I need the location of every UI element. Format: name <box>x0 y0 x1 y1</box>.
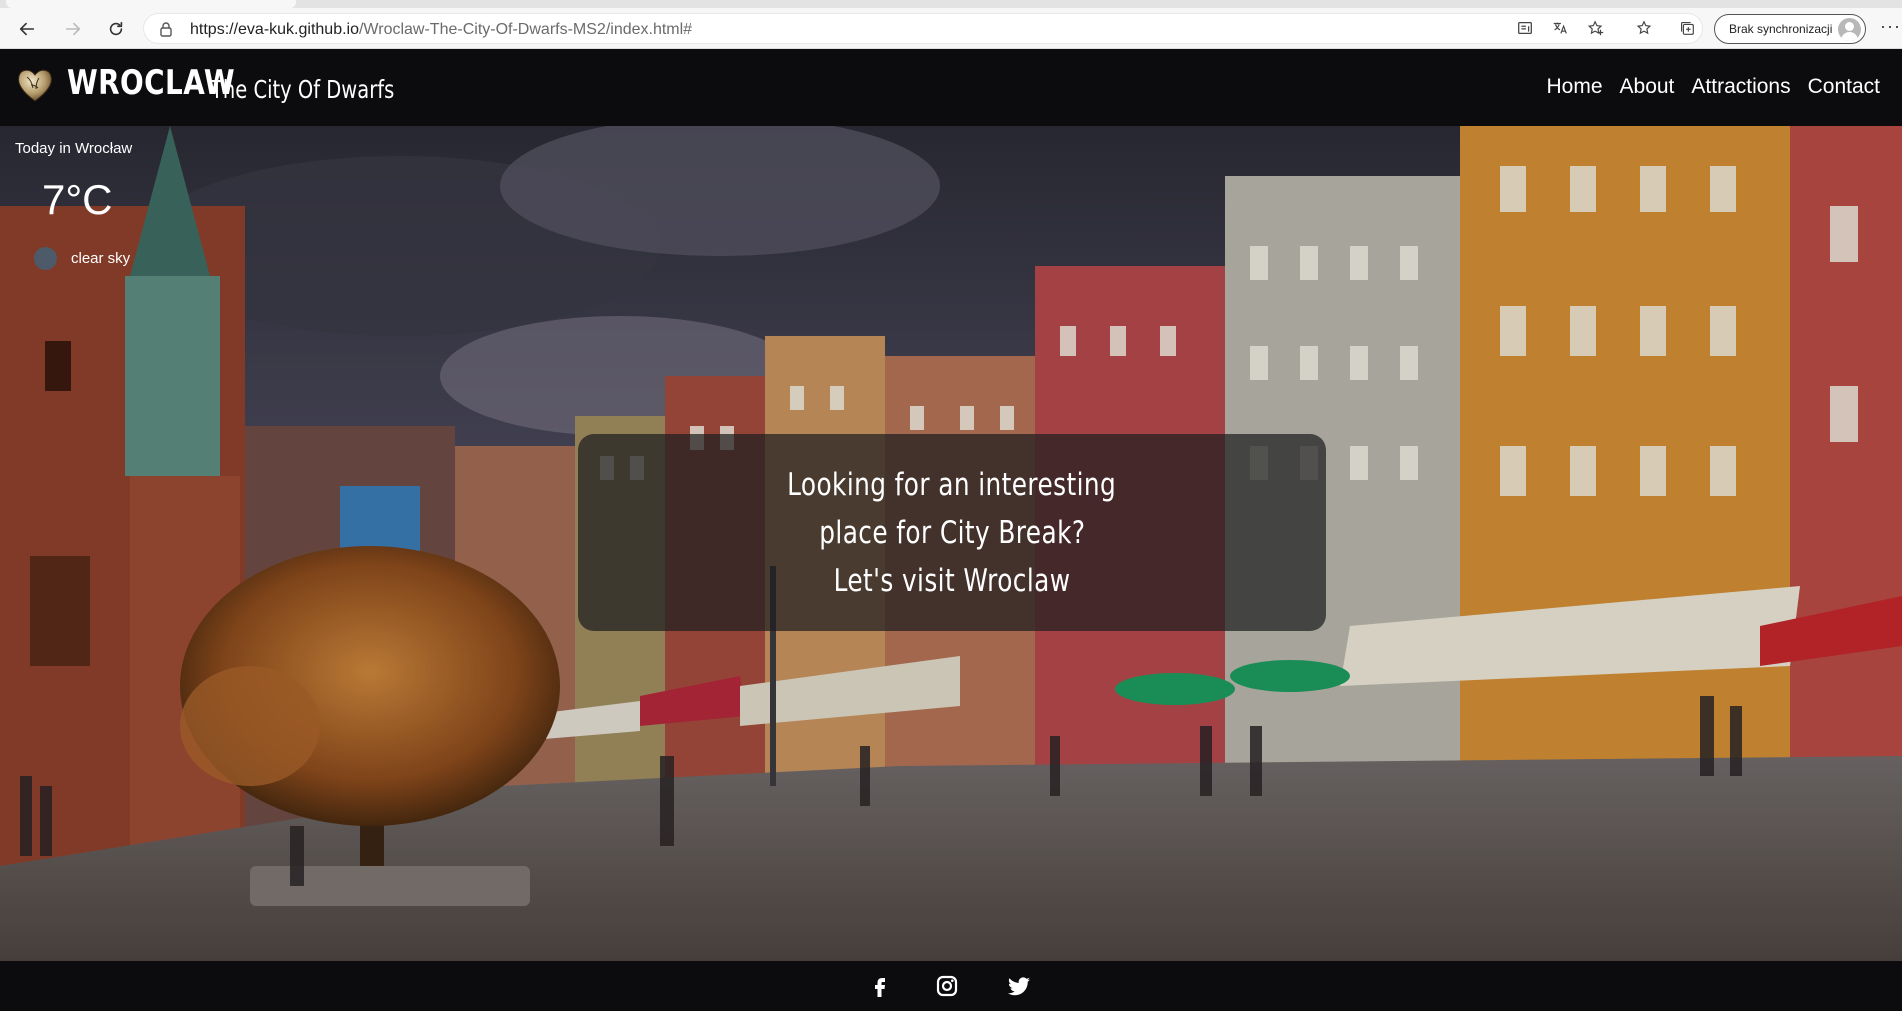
favorites-icon[interactable] <box>1633 17 1655 39</box>
facebook-icon[interactable] <box>867 973 893 999</box>
site-header: WROCLAW The City Of Dwarfs Home About At… <box>0 49 1902 126</box>
main-nav: Home About Attractions Contact <box>1546 75 1880 99</box>
weather-description: clear sky <box>71 250 131 267</box>
site-footer <box>0 961 1902 1011</box>
forward-arrow-icon[interactable] <box>60 16 86 42</box>
twitter-icon[interactable] <box>1006 973 1032 999</box>
weather-widget: Today in Wrocław 7°C clear sky <box>15 140 133 270</box>
profile-sync-button[interactable]: Brak synchronizacji <box>1714 14 1866 44</box>
site-brand[interactable]: WROCLAW The City Of Dwarfs <box>67 63 394 104</box>
add-favorite-icon[interactable] <box>1585 17 1607 39</box>
nav-attractions[interactable]: Attractions <box>1691 75 1790 99</box>
reader-view-icon[interactable] <box>1514 17 1536 39</box>
brand-title: WROCLAW <box>67 63 236 103</box>
collections-icon[interactable] <box>1676 17 1698 39</box>
more-menu-icon[interactable]: ··· <box>1880 16 1900 38</box>
back-arrow-icon[interactable] <box>14 16 40 42</box>
hero-section: Today in Wrocław 7°C clear sky Looking f… <box>0 126 1902 961</box>
nav-home[interactable]: Home <box>1546 75 1602 99</box>
hero-tagline-box: Looking for an interesting place for Cit… <box>578 434 1326 631</box>
weather-title: Today in Wrocław <box>15 140 133 157</box>
tagline-line-1: Looking for an interesting <box>787 466 1117 503</box>
url-text[interactable]: https://eva-kuk.github.io/Wroclaw-The-Ci… <box>190 21 692 39</box>
nav-contact[interactable]: Contact <box>1808 75 1880 99</box>
reload-icon[interactable] <box>103 16 129 42</box>
tagline-line-2: place for City Break? <box>818 514 1086 551</box>
sync-label: Brak synchronizacji <box>1729 22 1833 36</box>
address-bar[interactable]: https://eva-kuk.github.io/Wroclaw-The-Ci… <box>143 13 1703 44</box>
profile-avatar-icon <box>1838 18 1861 41</box>
weather-temperature: 7°C <box>42 176 113 223</box>
url-host: https://eva-kuk.github.io <box>190 21 359 38</box>
translate-icon[interactable] <box>1549 17 1571 39</box>
browser-toolbar: https://eva-kuk.github.io/Wroclaw-The-Ci… <box>0 0 1902 49</box>
weather-icon <box>34 247 57 270</box>
instagram-icon[interactable] <box>934 973 960 999</box>
lock-icon[interactable] <box>158 21 174 37</box>
tagline-line-3: Let's visit Wroclaw <box>833 562 1071 599</box>
active-tab[interactable] <box>6 0 296 8</box>
brand-subtitle: The City Of Dwarfs <box>211 75 395 104</box>
url-path: /Wroclaw-The-City-Of-Dwarfs-MS2/index.ht… <box>358 21 693 38</box>
heart-logo-icon[interactable] <box>15 65 55 105</box>
nav-about[interactable]: About <box>1620 75 1675 99</box>
